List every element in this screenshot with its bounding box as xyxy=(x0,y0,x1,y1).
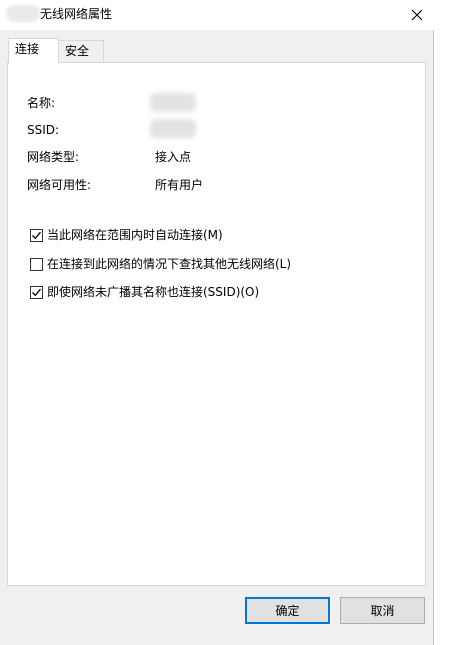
title-bar[interactable]: 无线网络属性 xyxy=(0,0,434,30)
tab-security[interactable]: 安全 xyxy=(58,40,104,63)
network-type-label: 网络类型: xyxy=(27,150,80,164)
cancel-button[interactable]: 取消 xyxy=(340,597,425,624)
auto-connect-label: 当此网络在范围内时自动连接(M) xyxy=(47,228,223,242)
checkmark-icon xyxy=(32,288,41,296)
connect-hidden-checkbox[interactable] xyxy=(30,285,43,299)
network-name-redacted xyxy=(6,5,40,22)
checkmark-icon xyxy=(32,231,41,239)
close-icon xyxy=(411,9,423,21)
auto-connect-checkbox[interactable] xyxy=(30,228,43,242)
look-for-other-networks-option[interactable]: 在连接到此网络的情况下查找其他无线网络(L) xyxy=(30,256,291,272)
availability-label: 网络可用性: xyxy=(27,178,92,192)
look-for-other-networks-checkbox[interactable] xyxy=(30,257,43,271)
availability-value: 所有用户 xyxy=(155,178,204,192)
look-for-other-networks-label: 在连接到此网络的情况下查找其他无线网络(L) xyxy=(47,257,292,271)
connect-hidden-option[interactable]: 即使网络未广播其名称也连接(SSID)(O) xyxy=(30,284,259,300)
ok-button[interactable]: 确定 xyxy=(245,597,330,624)
ssid-label: SSID: xyxy=(27,123,60,137)
wireless-properties-dialog: 无线网络属性 连接 安全 名称: SSID: 网络类型: 接入点 网络可用性: xyxy=(0,0,434,645)
connect-hidden-label: 即使网络未广播其名称也连接(SSID)(O) xyxy=(47,285,260,299)
tab-label: 连接 xyxy=(15,42,40,56)
tab-connection[interactable]: 连接 xyxy=(8,38,59,64)
name-value-redacted xyxy=(150,93,196,112)
ssid-value-redacted xyxy=(150,119,196,138)
connection-panel: 名称: SSID: 网络类型: 接入点 网络可用性: 所有用户 当此网络在范围内… xyxy=(7,62,426,586)
name-label: 名称: xyxy=(27,96,56,110)
close-button[interactable] xyxy=(400,0,434,30)
tab-label: 安全 xyxy=(65,44,90,58)
auto-connect-option[interactable]: 当此网络在范围内时自动连接(M) xyxy=(30,227,223,243)
window-title: 无线网络属性 xyxy=(40,7,113,21)
network-type-value: 接入点 xyxy=(155,150,192,164)
